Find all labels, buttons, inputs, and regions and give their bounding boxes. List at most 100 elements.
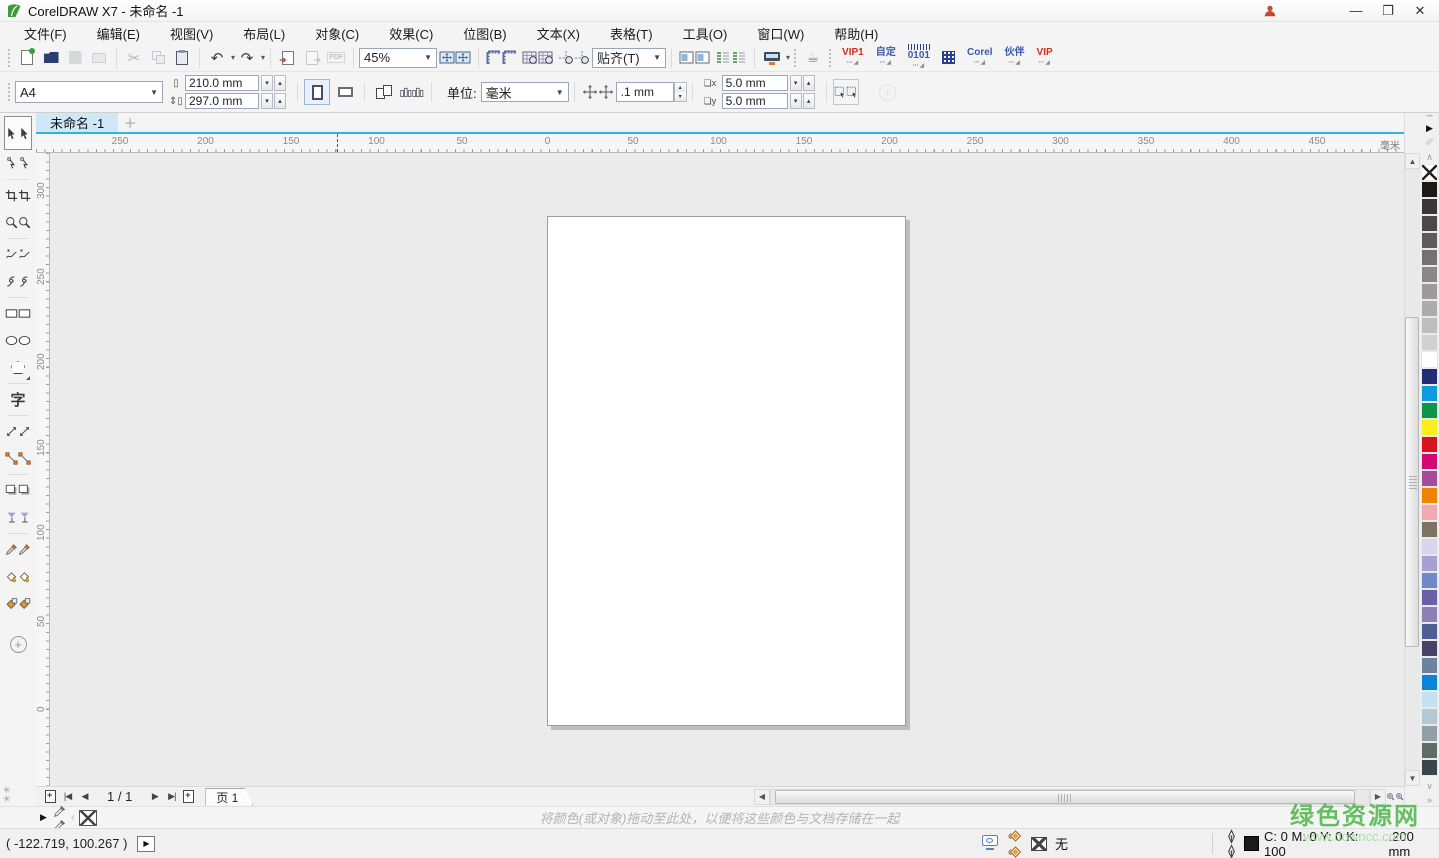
menu-item[interactable]: 效果(C)	[375, 22, 447, 45]
page-size-preset-combo[interactable]: A4 ▼	[15, 81, 163, 103]
nudge-up[interactable]: ▴	[675, 83, 686, 92]
show-grid-icon[interactable]	[520, 46, 556, 70]
page-1-tab[interactable]: 页 1	[205, 788, 253, 806]
page-height-input[interactable]: 297.0 mm	[185, 93, 259, 109]
color-swatch[interactable]	[1421, 657, 1438, 674]
snap-to-dropdown[interactable]: 贴齐(T) ▼	[592, 48, 666, 68]
new-document-tab-button[interactable]: ＋	[118, 113, 142, 132]
first-page-button[interactable]: |◀	[59, 788, 76, 805]
color-swatch[interactable]	[1421, 266, 1438, 283]
last-page-button[interactable]: ▶|	[163, 788, 180, 805]
next-page-button[interactable]: ▶	[146, 788, 163, 805]
horizontal-scrollbar[interactable]: ◀ ▶	[754, 787, 1404, 806]
menu-item[interactable]: 文本(X)	[523, 22, 594, 45]
nudge-distance-input[interactable]: .1 mm	[616, 82, 674, 102]
no-color-swatch[interactable]	[1421, 164, 1438, 181]
menu-item[interactable]: 布局(L)	[229, 22, 299, 45]
palette-expand-more[interactable]: »	[1427, 793, 1432, 806]
menu-item[interactable]: 位图(B)	[449, 22, 520, 45]
docker-expand-arrow-icon[interactable]: ▶	[1426, 121, 1433, 136]
crop-tool[interactable]	[5, 182, 31, 209]
toolbar-grip-2[interactable]	[793, 48, 798, 68]
page-height-up[interactable]: ▴	[274, 93, 286, 109]
redo-dropdown-arrow[interactable]: ▾	[261, 53, 265, 62]
customize-toolbox-button[interactable]: +	[5, 631, 31, 658]
color-swatch[interactable]	[1421, 181, 1438, 198]
palette-scroll-up[interactable]: ∧	[1426, 151, 1433, 164]
add-property-icon[interactable]: +	[876, 80, 900, 104]
color-swatch[interactable]	[1421, 453, 1438, 470]
shape-tool[interactable]	[5, 150, 31, 177]
page-indicator[interactable]: 1 / 1	[93, 789, 146, 804]
color-swatch[interactable]	[1421, 198, 1438, 215]
color-swatch[interactable]	[1421, 521, 1438, 538]
canvas[interactable]: 300250200150100500	[36, 153, 1404, 786]
custom-plugin-icon[interactable]: 自定⋯◢	[876, 48, 896, 68]
color-eyedropper-tool[interactable]	[5, 536, 31, 563]
menu-item[interactable]: 工具(O)	[669, 22, 742, 45]
options-icon[interactable]	[677, 46, 713, 70]
page-width-input[interactable]: 210.0 mm	[185, 75, 259, 91]
color-swatch[interactable]	[1421, 317, 1438, 334]
dynamic-guides-icon[interactable]	[556, 46, 592, 70]
vip1-plugin-icon[interactable]: VIP1⋯◢	[842, 48, 864, 68]
close-button[interactable]: ✕	[1405, 2, 1435, 20]
show-rulers-icon[interactable]	[484, 46, 520, 70]
vertical-ruler[interactable]: 300250200150100500	[36, 153, 50, 786]
color-swatch[interactable]	[1421, 334, 1438, 351]
color-swatch[interactable]	[1421, 385, 1438, 402]
toolbar-grip-3[interactable]	[828, 48, 833, 68]
vertical-scroll-thumb[interactable]	[1405, 317, 1419, 647]
cut-icon[interactable]: ✂	[122, 46, 146, 70]
scroll-up-arrow[interactable]: ▲	[1405, 153, 1420, 169]
app-launcher-icon[interactable]	[760, 46, 784, 70]
color-swatch[interactable]	[1421, 215, 1438, 232]
artistic-media-tool[interactable]	[5, 268, 31, 295]
drop-shadow-tool[interactable]	[5, 477, 31, 504]
zoom-tool[interactable]	[5, 209, 31, 236]
scroll-down-arrow[interactable]: ▼	[1405, 770, 1420, 786]
qr-code-icon[interactable]	[942, 51, 955, 64]
fullscreen-preview-icon[interactable]	[437, 46, 473, 70]
menu-item[interactable]: 表格(T)	[596, 22, 667, 45]
minimize-button[interactable]: —	[1341, 2, 1371, 20]
palette-scroll-down[interactable]: ∨	[1426, 780, 1433, 793]
parallel-dimension-tool[interactable]	[5, 418, 31, 445]
menu-item[interactable]: 编辑(E)	[83, 22, 154, 45]
color-swatch[interactable]	[1421, 708, 1438, 725]
ellipse-tool[interactable]	[5, 327, 31, 354]
menu-item[interactable]: 帮助(H)	[820, 22, 892, 45]
color-swatch[interactable]	[1421, 674, 1438, 691]
document-palette-scroll-left[interactable]: ‹	[71, 812, 75, 824]
current-page-button[interactable]	[399, 79, 425, 105]
smart-fill-tool[interactable]	[5, 563, 31, 590]
horizontal-ruler[interactable]: 毫米 2502001501005005010015020025030035040…	[36, 134, 1404, 153]
nudge-down[interactable]: ▾	[675, 92, 686, 101]
save-icon[interactable]	[63, 46, 87, 70]
color-swatch[interactable]	[1421, 419, 1438, 436]
color-swatch[interactable]	[1421, 402, 1438, 419]
color-swatch[interactable]	[1421, 572, 1438, 589]
vertical-scrollbar[interactable]: ▲ ▼	[1404, 113, 1420, 806]
transparency-tool[interactable]	[5, 504, 31, 531]
duplicate-x-input[interactable]: 5.0 mm	[722, 75, 788, 91]
color-swatch[interactable]	[1421, 504, 1438, 521]
export-icon[interactable]: ➜	[300, 46, 324, 70]
color-swatch[interactable]	[1421, 640, 1438, 657]
drawing-page[interactable]	[547, 216, 906, 726]
freehand-tool[interactable]	[5, 241, 31, 268]
color-swatch[interactable]	[1421, 300, 1438, 317]
rectangle-tool[interactable]	[5, 300, 31, 327]
connector-tool[interactable]	[5, 445, 31, 472]
color-swatch[interactable]	[1421, 691, 1438, 708]
color-swatch[interactable]	[1421, 538, 1438, 555]
color-swatch[interactable]	[1421, 249, 1438, 266]
dup-y-down[interactable]: ▾	[790, 93, 802, 109]
document-tab-active[interactable]: 未命名 -1	[36, 113, 118, 132]
color-swatch[interactable]	[1421, 368, 1438, 385]
scroll-right-arrow[interactable]: ▶	[1370, 789, 1386, 805]
pick-tool[interactable]	[4, 116, 32, 150]
all-pages-button[interactable]	[371, 79, 397, 105]
color-swatch[interactable]	[1421, 742, 1438, 759]
app-launcher-arrow[interactable]: ▾	[786, 53, 790, 62]
